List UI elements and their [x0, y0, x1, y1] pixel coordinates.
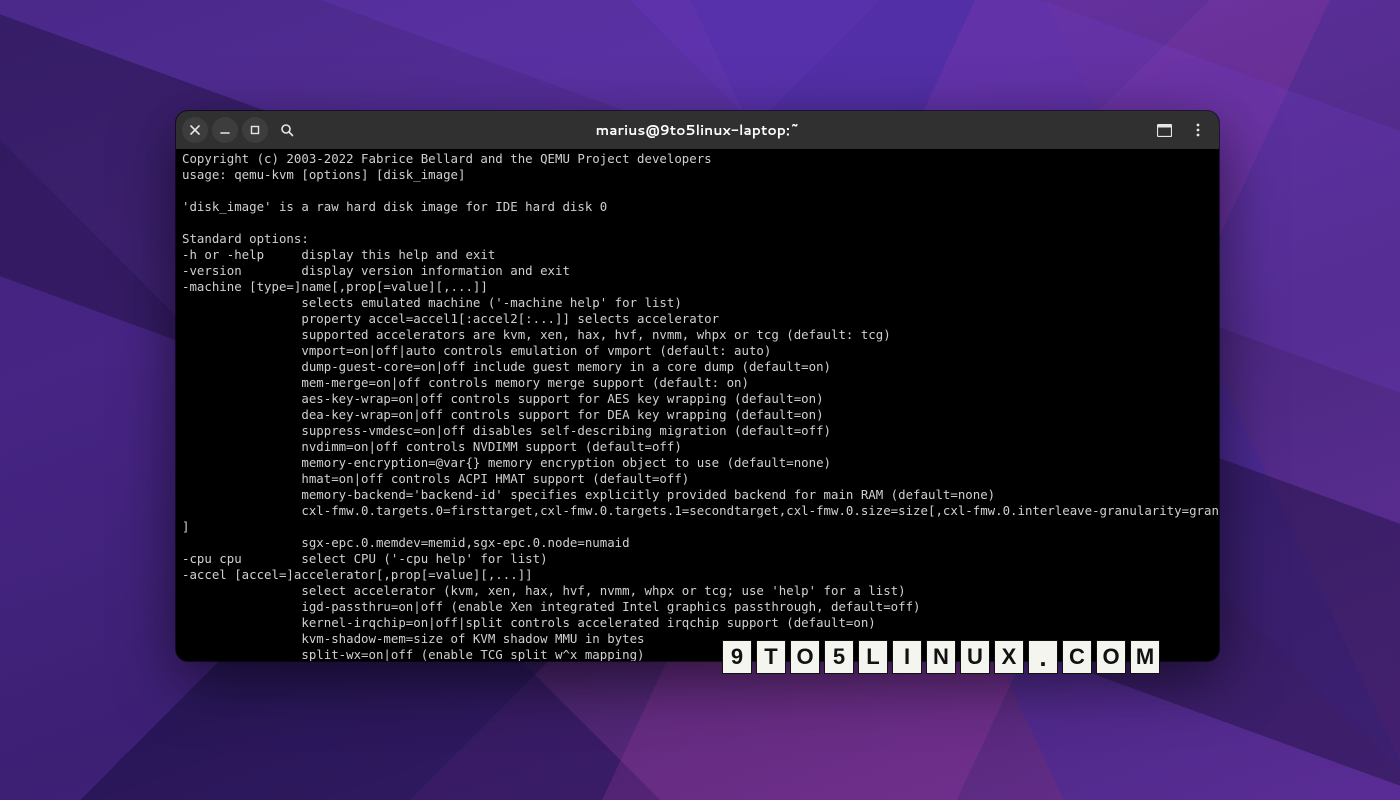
search-button[interactable] — [272, 117, 302, 143]
watermark-tile: U — [960, 640, 990, 674]
watermark-tile: . — [1028, 640, 1058, 674]
watermark-tile: 9 — [722, 640, 752, 674]
close-button[interactable] — [182, 117, 208, 143]
watermark-tile: C — [1062, 640, 1092, 674]
watermark-tile: X — [994, 640, 1024, 674]
menu-button[interactable] — [1183, 117, 1213, 143]
watermark-tile: O — [790, 640, 820, 674]
terminal-output[interactable]: Copyright (c) 2003-2022 Fabrice Bellard … — [176, 149, 1219, 661]
terminal-icon — [1157, 124, 1172, 137]
watermark-tile: M — [1130, 640, 1160, 674]
watermark-tile: O — [1096, 640, 1126, 674]
maximize-button[interactable] — [242, 117, 268, 143]
kebab-icon — [1196, 123, 1200, 137]
new-tab-button[interactable] — [1149, 117, 1179, 143]
watermark-tile: L — [858, 640, 888, 674]
search-icon — [280, 123, 294, 137]
window-titlebar[interactable]: marius@9to5linux-laptop:~ — [176, 111, 1219, 149]
terminal-window: marius@9to5linux-laptop:~ Copyright (c) … — [176, 111, 1219, 661]
window-title: marius@9to5linux-laptop:~ — [176, 120, 1219, 140]
watermark-tile: T — [756, 640, 786, 674]
minimize-button[interactable] — [212, 117, 238, 143]
watermark: 9TO5LINUX.COM — [722, 640, 1160, 674]
watermark-tile: N — [926, 640, 956, 674]
watermark-tile: 5 — [824, 640, 854, 674]
watermark-tile: I — [892, 640, 922, 674]
